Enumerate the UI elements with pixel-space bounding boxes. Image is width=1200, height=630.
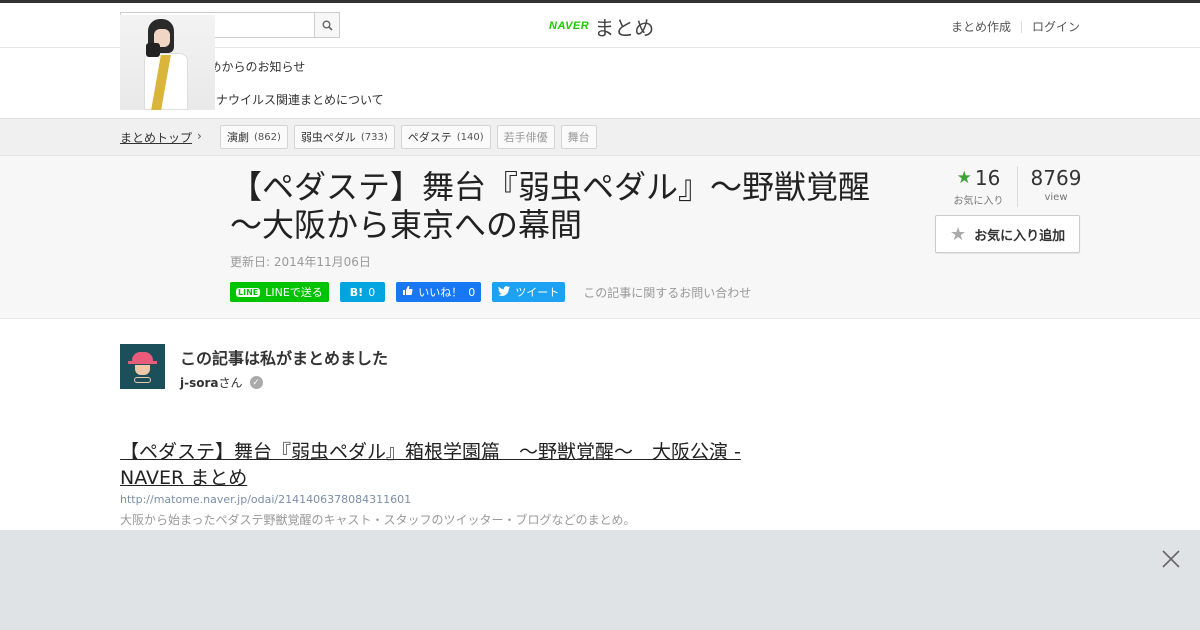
add-favorite-label: お気に入り追加 [974,228,1066,244]
search-icon [322,20,333,31]
facebook-like-button[interactable]: いいね！ 0 [396,282,482,302]
tag-label: 演劇 [227,131,249,144]
share-bar: LINE LINEで送る B! 0 いいね！ 0 ツイート この記事に関するお問… [230,282,751,302]
hatena-count: 0 [368,285,376,299]
hatena-bookmark-button[interactable]: B! 0 [339,282,386,302]
views-count: 8769 [1030,166,1082,190]
site-logo[interactable]: NAVER まとめ [549,12,654,40]
login-link[interactable]: ログイン [1032,18,1080,35]
line-icon: LINE [236,287,261,297]
tag-count: (140) [456,131,484,143]
tweet-button[interactable]: ツイート [492,282,566,302]
breadcrumb-top-link[interactable]: まとめトップ [120,129,192,146]
line-share-label: LINEで送る [265,286,323,299]
article-stats: ★ 16 お気に入り 8769 view [940,166,1094,207]
favorites-stat: ★ 16 お気に入り [940,166,1018,207]
tag-yowapeda[interactable]: 弱虫ペダル (733) [293,125,395,149]
tag-label: 弱虫ペダル [300,131,356,144]
updated-date: 更新日: 2014年11月06日 [230,255,371,269]
star-icon: ★ [956,168,972,188]
tag-pedasute[interactable]: ペダステ (140) [400,125,491,149]
author-name-link[interactable]: j-sora [180,376,219,390]
tag-engeki[interactable]: 演劇 (862) [220,125,288,149]
breadcrumb-bar: まとめトップ › 演劇 (862) 弱虫ペダル (733) ペダステ (140) 若手… [0,118,1200,156]
search-button[interactable] [314,13,339,37]
add-favorite-button[interactable]: ★ お気に入り追加 [935,215,1080,253]
tag-butai[interactable]: 舞台 [560,125,597,149]
close-icon[interactable] [1160,548,1182,570]
logo-naver: NAVER [549,20,590,32]
avatar[interactable] [120,344,165,389]
twitter-bird-icon [498,285,511,299]
ad-overlay-banner [0,530,1200,630]
link-card-url[interactable]: http://matome.naver.jp/odai/214140637808… [120,493,411,506]
create-matome-link[interactable]: まとめ作成 [951,18,1011,35]
header-links: まとめ作成 ログイン [951,18,1080,35]
hatena-icon: B! [349,285,364,299]
tag-label: 舞台 [567,131,590,144]
verified-check-icon: ✓ [249,376,263,389]
line-share-button[interactable]: LINE LINEで送る [230,282,329,302]
tag-label: 若手俳優 [503,131,548,144]
avatar-hat-brim [128,361,157,364]
facebook-like-label: いいね！ [418,286,463,299]
views-stat: 8769 view [1018,166,1094,207]
tag-list: 演劇 (862) 弱虫ペダル (733) ペダステ (140) 若手俳優 舞台 [220,125,603,149]
favorites-count: 16 [974,166,1001,190]
tweet-label: ツイート [515,286,560,299]
views-label: view [1044,192,1068,203]
tag-count: (862) [254,131,281,143]
link-card-description: 大阪から始まったペダステ野獣覚醒のキャスト・スタッフのツイッター・ブログなどのま… [120,513,636,527]
tag-label: ペダステ [407,131,452,144]
article-title: 【ペダステ】舞台『弱虫ペダル』～野獣覚醒～大阪から東京への幕間 [230,168,871,244]
logo-matome: まとめ [594,15,655,40]
avatar-face [135,365,150,375]
article-thumbnail[interactable] [120,15,215,110]
link-card-title[interactable]: 【ペダステ】舞台『弱虫ペダル』箱根学園篇 ～野獣覚醒～ 大阪公演 - NAVER… [120,439,760,491]
thumb-glove [146,43,160,57]
author-suffix: さん [218,376,243,390]
divider [1020,20,1022,33]
inquiry-link[interactable]: この記事に関するお問い合わせ [583,284,751,301]
favorites-label: お気に入り [953,196,1004,207]
chevron-right-icon: › [197,129,202,143]
author-name: j-sora さん ✓ [180,374,263,391]
tag-wakate-haiyu[interactable]: 若手俳優 [496,125,555,149]
avatar-glasses [134,377,151,383]
tag-count: (733) [360,131,388,143]
facebook-like-count: 0 [468,285,476,299]
star-icon: ★ [950,223,967,245]
thumbs-up-icon [402,285,413,299]
author-heading: この記事は私がまとめました [180,349,389,368]
